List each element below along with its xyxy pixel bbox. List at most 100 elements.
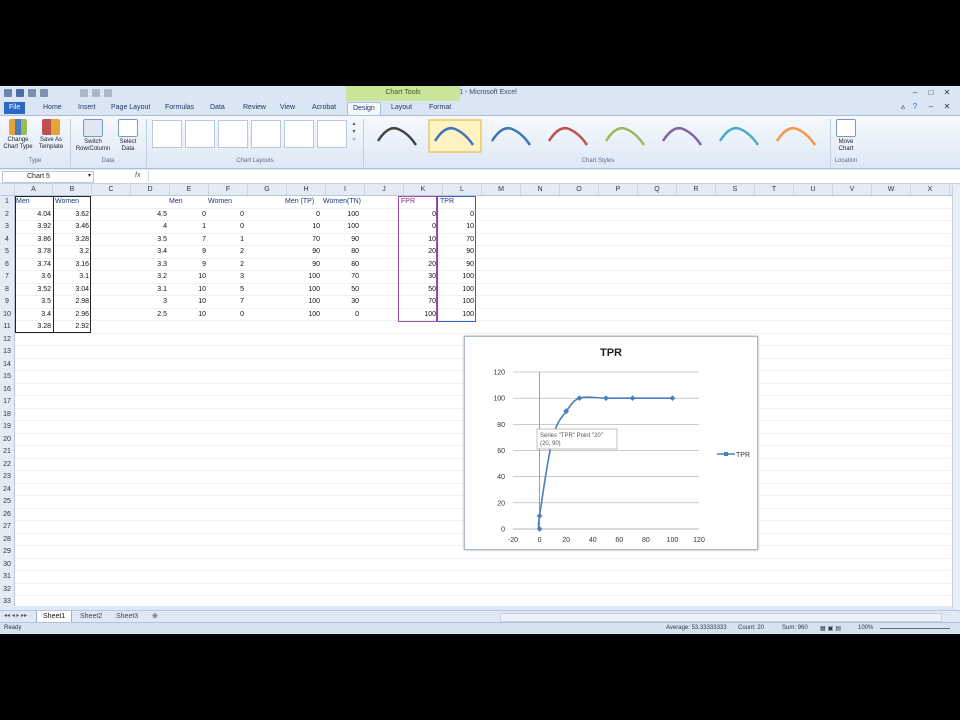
cell-a9[interactable]: 3.5 xyxy=(15,296,51,308)
cell-l9[interactable]: 100 xyxy=(440,296,474,308)
column-header-k[interactable]: K xyxy=(404,185,443,195)
row-header-29[interactable]: 29 xyxy=(0,546,14,559)
ribbon-minimize-icon[interactable]: ▵ xyxy=(898,102,908,112)
chart-style-8[interactable] xyxy=(771,120,823,152)
chart-style-3[interactable] xyxy=(486,120,538,152)
row-header-2[interactable]: 2 xyxy=(0,209,14,222)
column-header-t[interactable]: T xyxy=(755,185,794,195)
tab-page-layout[interactable]: Page Layout xyxy=(106,102,155,114)
sheet-tab-3[interactable]: Sheet3 xyxy=(110,611,144,622)
row-header-21[interactable]: 21 xyxy=(0,446,14,459)
cell-e1[interactable]: Men xyxy=(169,196,183,208)
tab-format[interactable]: Format xyxy=(424,102,456,114)
switch-row-column-button[interactable]: Switch Row/Column xyxy=(74,119,112,153)
row-header-20[interactable]: 20 xyxy=(0,434,14,447)
cell-e6[interactable]: 9 xyxy=(171,259,206,271)
cell-h3[interactable]: 10 xyxy=(285,221,320,233)
cell-k6[interactable]: 20 xyxy=(401,259,436,271)
row-header-15[interactable]: 15 xyxy=(0,371,14,384)
row-header-14[interactable]: 14 xyxy=(0,359,14,372)
cell-k4[interactable]: 10 xyxy=(401,234,436,246)
column-header-f[interactable]: F xyxy=(209,185,248,195)
view-buttons-icon[interactable]: ▦▣▤ xyxy=(820,625,843,632)
tab-design[interactable]: Design xyxy=(347,102,381,115)
cell-l10[interactable]: 100 xyxy=(440,309,474,321)
tab-review[interactable]: Review xyxy=(238,102,271,114)
cell-b7[interactable]: 3.1 xyxy=(54,271,89,283)
change-chart-type-button[interactable]: Change Chart Type xyxy=(3,119,33,151)
row-header-4[interactable]: 4 xyxy=(0,234,14,247)
cell-b2[interactable]: 3.62 xyxy=(54,209,89,221)
data-point[interactable] xyxy=(603,395,609,401)
cell-h2[interactable]: 0 xyxy=(285,209,320,221)
data-point[interactable] xyxy=(536,526,543,532)
chart-style-4[interactable] xyxy=(543,120,595,152)
tpr-chart[interactable]: TPR 0 20 40 60 80 100 120 -20 0 20 40 60 80 100 120 T… xyxy=(464,336,758,550)
cell-d8[interactable]: 3.1 xyxy=(132,284,167,296)
column-header-b[interactable]: B xyxy=(53,185,92,195)
chart-title[interactable]: TPR xyxy=(600,347,622,359)
cell-l7[interactable]: 100 xyxy=(440,271,474,283)
cell-k10[interactable]: 100 xyxy=(401,309,436,321)
row-header-30[interactable]: 30 xyxy=(0,559,14,572)
row-header-31[interactable]: 31 xyxy=(0,571,14,584)
cell-f6[interactable]: 2 xyxy=(209,259,244,271)
cell-d9[interactable]: 3 xyxy=(132,296,167,308)
cell-k1[interactable]: FPR xyxy=(401,196,415,208)
cell-k9[interactable]: 70 xyxy=(401,296,436,308)
data-point[interactable] xyxy=(576,395,583,401)
cell-f7[interactable]: 3 xyxy=(209,271,244,283)
row-header-33[interactable]: 33 xyxy=(0,596,14,609)
row-header-18[interactable]: 18 xyxy=(0,409,14,422)
column-header-c[interactable]: C xyxy=(92,185,131,195)
row-header-25[interactable]: 25 xyxy=(0,496,14,509)
column-header-e[interactable]: E xyxy=(170,185,209,195)
cell-i4[interactable]: 90 xyxy=(324,234,359,246)
chart-styles-gallery[interactable] xyxy=(370,119,825,153)
cell-k2[interactable]: 0 xyxy=(401,209,436,221)
cell-i7[interactable]: 70 xyxy=(324,271,359,283)
row-header-13[interactable]: 13 xyxy=(0,346,14,359)
column-header-a[interactable]: A xyxy=(15,185,53,195)
cell-b1[interactable]: Women xyxy=(55,196,79,208)
select-data-button[interactable]: Select Data xyxy=(114,119,142,153)
cell-i5[interactable]: 80 xyxy=(324,246,359,258)
cell-b11[interactable]: 2.92 xyxy=(54,321,89,333)
column-header-r[interactable]: R xyxy=(677,185,716,195)
tab-formulas[interactable]: Formulas xyxy=(160,102,199,114)
cell-h5[interactable]: 90 xyxy=(285,246,320,258)
cell-a6[interactable]: 3.74 xyxy=(15,259,51,271)
name-box[interactable]: Chart 5 ▾ xyxy=(2,171,94,183)
row-header-8[interactable]: 8 xyxy=(0,284,14,297)
move-chart-button[interactable]: Move Chart xyxy=(834,119,858,153)
cell-d3[interactable]: 4 xyxy=(132,221,167,233)
cell-b9[interactable]: 2.98 xyxy=(54,296,89,308)
cell-k3[interactable]: 0 xyxy=(401,221,436,233)
tab-view[interactable]: View xyxy=(275,102,300,114)
cell-i1[interactable]: Women(TN) xyxy=(323,196,361,208)
chart-legend[interactable]: TPR xyxy=(717,452,750,459)
cell-b8[interactable]: 3.04 xyxy=(54,284,89,296)
cell-f9[interactable]: 7 xyxy=(209,296,244,308)
row-header-1[interactable]: 1 xyxy=(0,196,14,209)
tab-insert[interactable]: Insert xyxy=(73,102,101,114)
close-icon[interactable]: ✕ xyxy=(942,88,952,98)
minimize-icon[interactable]: – xyxy=(910,88,920,98)
column-header-x[interactable]: X xyxy=(911,185,950,195)
cell-k8[interactable]: 50 xyxy=(401,284,436,296)
series-tpr[interactable] xyxy=(536,395,676,532)
column-header-d[interactable]: D xyxy=(131,185,170,195)
cell-a5[interactable]: 3.78 xyxy=(15,246,51,258)
cell-a1[interactable]: Men xyxy=(16,196,30,208)
cell-h4[interactable]: 70 xyxy=(285,234,320,246)
cell-h9[interactable]: 100 xyxy=(285,296,320,308)
zoom-slider[interactable] xyxy=(880,628,950,629)
select-all-corner[interactable] xyxy=(0,185,15,195)
name-box-dropdown-icon[interactable]: ▾ xyxy=(88,172,91,179)
column-header-l[interactable]: L xyxy=(443,185,482,195)
cell-a10[interactable]: 3.4 xyxy=(15,309,51,321)
cell-a7[interactable]: 3.6 xyxy=(15,271,51,283)
cell-e7[interactable]: 10 xyxy=(171,271,206,283)
row-header-19[interactable]: 19 xyxy=(0,421,14,434)
chart-layout-2[interactable] xyxy=(185,120,215,148)
